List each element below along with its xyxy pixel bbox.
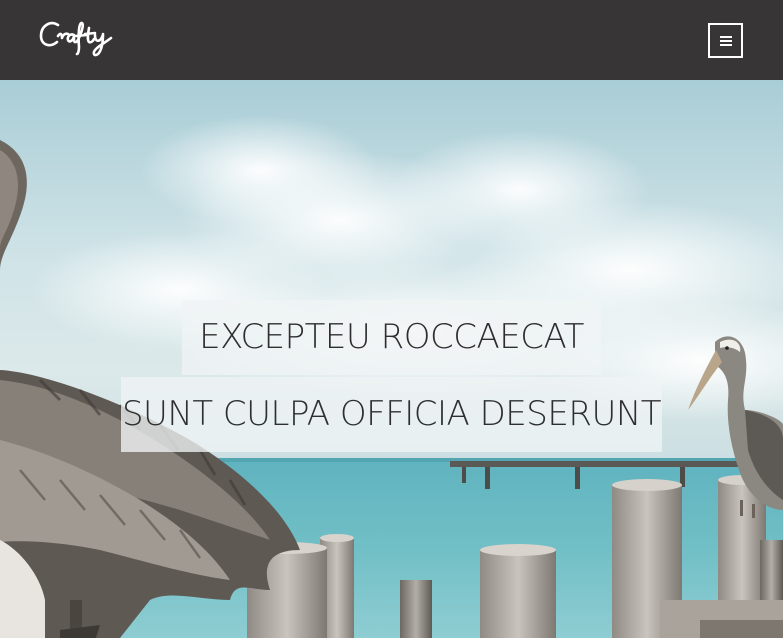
site-logo[interactable]: Crafty [38,14,118,64]
page: Crafty [0,0,783,638]
hamburger-menu-icon-bar [720,44,732,46]
hamburger-menu-button[interactable] [708,23,743,58]
hamburger-menu-icon [720,36,732,38]
hero-headline-line-1: EXCEPTEU ROCCAECAT [182,300,601,375]
crafty-script-logo-icon [39,21,113,57]
hamburger-menu-icon-bar [720,40,732,42]
hero-headline-line-2: SUNT CULPA OFFICIA DESERUNT [121,377,662,452]
top-navigation-bar: Crafty [0,0,783,80]
hero-banner: EXCEPTEU ROCCAECAT SUNT CULPA OFFICIA DE… [0,80,783,638]
